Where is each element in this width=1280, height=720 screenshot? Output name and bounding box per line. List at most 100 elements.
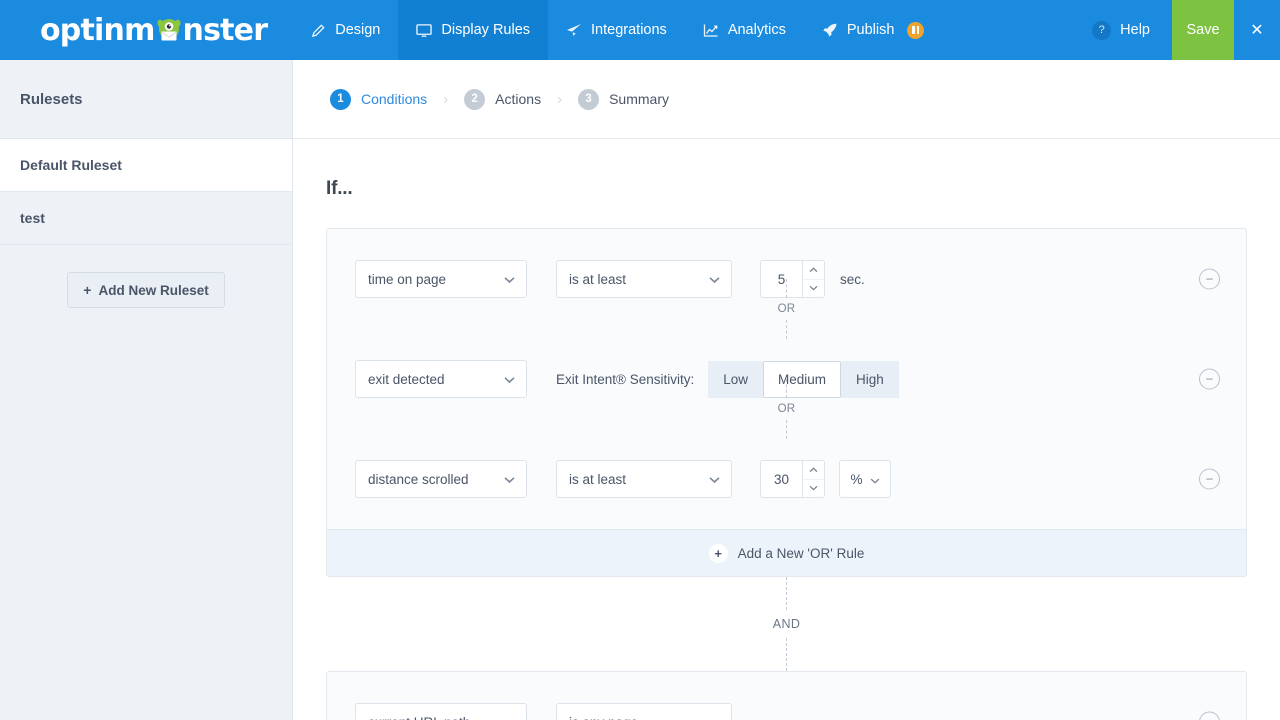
step-label: Summary <box>609 91 669 107</box>
rulesets-sidebar: Rulesets Default Ruleset test + Add New … <box>0 60 293 720</box>
sensitivity-option-high[interactable]: High <box>841 361 899 398</box>
nav-label-integrations: Integrations <box>591 22 667 38</box>
exit-intent-sensitivity-label: Exit Intent® Sensitivity: <box>556 372 694 387</box>
remove-rule-button[interactable]: − <box>1199 369 1220 390</box>
monitor-icon <box>416 23 432 38</box>
stepper-down-icon[interactable] <box>803 280 824 298</box>
top-header-bar: optinm nster <box>0 0 1280 60</box>
rule-unit-select-percent[interactable]: % <box>839 460 891 498</box>
nav-item-integrations[interactable]: Integrations <box>548 0 685 60</box>
step-chevron-icon: › <box>443 91 448 108</box>
step-label: Actions <box>495 91 541 107</box>
rule-value-stepper-distance-scrolled[interactable] <box>760 460 825 498</box>
rule-field-select-exit-detected[interactable]: exit detected <box>355 360 527 398</box>
close-icon[interactable]: ✕ <box>1234 0 1280 60</box>
nav-label-analytics: Analytics <box>728 22 786 38</box>
chevron-down-icon <box>504 372 515 387</box>
rule-value-stepper-time-on-page[interactable] <box>760 260 825 298</box>
help-button[interactable]: ? Help <box>1070 0 1172 60</box>
sensitivity-option-low[interactable]: Low <box>708 361 763 398</box>
exit-intent-sensitivity-control: Low Medium High <box>708 361 899 398</box>
header-right-group: ? Help Save ✕ <box>1070 0 1280 60</box>
step-number: 3 <box>578 89 599 110</box>
rule-field-select-current-url-path[interactable]: current URL path <box>355 703 527 720</box>
rule-field-select-time-on-page[interactable]: time on page <box>355 260 527 298</box>
add-new-or-rule-label: Add a New 'OR' Rule <box>738 546 865 561</box>
rule-field-select-distance-scrolled[interactable]: distance scrolled <box>355 460 527 498</box>
dashed-line <box>786 577 787 610</box>
rule-operator-select-current-url-path[interactable]: is any page <box>556 703 732 720</box>
question-mark-icon: ? <box>1092 21 1111 40</box>
step-actions[interactable]: 2 Actions <box>464 89 541 110</box>
chevron-down-icon <box>709 715 720 720</box>
rule-unit-value: % <box>850 472 862 487</box>
chevron-down-icon <box>870 472 880 487</box>
paper-plane-icon <box>566 23 582 38</box>
chevron-down-icon <box>709 272 720 287</box>
help-label: Help <box>1120 22 1150 38</box>
rule-value-input[interactable] <box>761 461 802 497</box>
remove-rule-button[interactable]: − <box>1199 469 1220 490</box>
chevron-down-icon <box>504 272 515 287</box>
rule-value-input[interactable] <box>761 261 802 297</box>
sidebar-item-default-ruleset[interactable]: Default Ruleset <box>0 139 292 192</box>
step-chevron-icon: › <box>557 91 562 108</box>
nav-item-analytics[interactable]: Analytics <box>685 0 804 60</box>
step-summary[interactable]: 3 Summary <box>578 89 669 110</box>
add-ruleset-wrapper: + Add New Ruleset <box>0 245 292 308</box>
add-new-or-rule-button[interactable]: + Add a New 'OR' Rule <box>327 529 1246 576</box>
optinmonster-logo[interactable]: optinm nster <box>0 0 293 60</box>
rule-field-value: distance scrolled <box>368 472 469 487</box>
conditions-content: If... time on page is at least <box>293 178 1280 720</box>
step-label: Conditions <box>361 91 427 107</box>
rocket-icon <box>822 23 838 38</box>
main-panel: 1 Conditions › 2 Actions › 3 Summary If.… <box>293 60 1280 720</box>
and-separator: AND <box>326 577 1247 671</box>
nav-item-publish[interactable]: Publish <box>804 0 943 60</box>
stepper-down-icon[interactable] <box>803 480 824 498</box>
dashed-line <box>786 638 787 671</box>
chart-line-icon <box>703 23 719 38</box>
plus-icon: + <box>83 282 91 298</box>
stepper-arrows[interactable] <box>802 461 824 497</box>
stepper-up-icon[interactable] <box>803 261 824 280</box>
and-label: AND <box>773 610 801 638</box>
sidebar-item-label: Default Ruleset <box>20 157 122 173</box>
add-new-ruleset-button[interactable]: + Add New Ruleset <box>67 272 224 308</box>
nav-label-display-rules: Display Rules <box>441 22 530 38</box>
nav-label-design: Design <box>335 22 380 38</box>
plus-icon: + <box>709 544 728 563</box>
logo-text-prefix: optinm <box>40 13 155 48</box>
rule-row-time-on-page: time on page is at least <box>327 229 1246 329</box>
save-button[interactable]: Save <box>1172 0 1234 60</box>
rule-operator-value: is at least <box>569 472 626 487</box>
nav-item-design[interactable]: Design <box>293 0 398 60</box>
sidebar-item-test[interactable]: test <box>0 192 292 245</box>
logo-text-suffix: nster <box>183 13 268 48</box>
sensitivity-option-medium[interactable]: Medium <box>763 361 841 398</box>
nav-label-publish: Publish <box>847 22 895 38</box>
rule-operator-value: is any page <box>569 715 638 720</box>
pause-badge-icon <box>907 22 924 39</box>
nav-item-display-rules[interactable]: Display Rules <box>398 0 548 60</box>
stepper-arrows[interactable] <box>802 261 824 297</box>
rule-field-value: time on page <box>368 272 446 287</box>
page-title: If... <box>326 178 1247 200</box>
rule-field-value: current URL path <box>368 715 470 720</box>
rule-operator-select-distance-scrolled[interactable]: is at least <box>556 460 732 498</box>
rule-field-value: exit detected <box>368 372 445 387</box>
rule-operator-select-time-on-page[interactable]: is at least <box>556 260 732 298</box>
rule-operator-value: is at least <box>569 272 626 287</box>
remove-rule-button[interactable]: − <box>1199 712 1220 720</box>
sidebar-item-label: test <box>20 210 45 226</box>
chevron-down-icon <box>709 472 720 487</box>
chevron-down-icon <box>504 715 515 720</box>
remove-rule-button[interactable]: − <box>1199 269 1220 290</box>
step-conditions[interactable]: 1 Conditions <box>330 89 427 110</box>
rule-unit-label: sec. <box>840 272 865 287</box>
stepper-up-icon[interactable] <box>803 461 824 480</box>
monster-mascot-icon <box>154 15 184 45</box>
rule-group-1: time on page is at least <box>326 228 1247 577</box>
rule-row-distance-scrolled: distance scrolled is at least <box>327 429 1246 529</box>
logo-wordmark: optinm nster <box>40 13 267 48</box>
